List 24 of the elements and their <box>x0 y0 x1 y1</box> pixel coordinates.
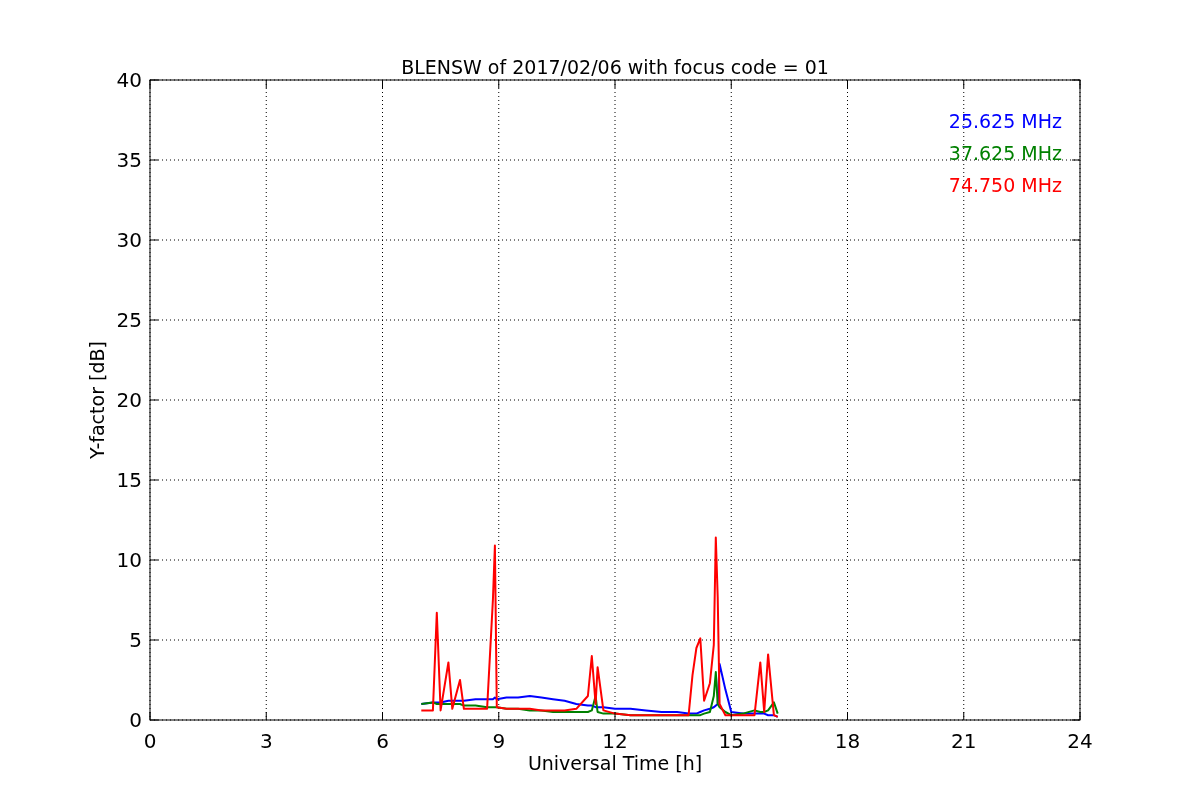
x-tick-label: 6 <box>376 729 389 753</box>
x-tick-label: 24 <box>1067 729 1093 753</box>
x-tick-label: 21 <box>951 729 977 753</box>
x-axis-label: Universal Time [h] <box>527 752 703 774</box>
y-tick-label: 40 <box>116 68 142 92</box>
x-tick-label: 18 <box>834 729 861 753</box>
y-tick-label: 15 <box>116 468 142 492</box>
x-tick-label: 9 <box>492 729 506 753</box>
y-tick-label: 25 <box>116 308 142 332</box>
x-tick-label: 12 <box>602 729 628 753</box>
x-tick-label: 3 <box>259 729 273 753</box>
y-tick-label: 30 <box>116 228 142 252</box>
legend-label: 25.625 MHz <box>948 110 1062 132</box>
y-axis-label: Y-factor [dB] <box>86 341 108 459</box>
y-tick-label: 5 <box>129 628 142 652</box>
legend-label: 37.625 MHz <box>948 142 1062 164</box>
y-tick-label: 0 <box>129 708 142 732</box>
x-tick-label: 0 <box>143 729 157 753</box>
chart-title: BLENSW of 2017/02/06 with focus code = 01 <box>401 56 829 78</box>
legend-label: 74.750 MHz <box>948 174 1062 196</box>
x-tick-label: 15 <box>718 729 744 753</box>
y-tick-label: 10 <box>116 548 142 572</box>
y-tick-label: 20 <box>116 388 142 412</box>
y-tick-label: 35 <box>116 148 142 172</box>
